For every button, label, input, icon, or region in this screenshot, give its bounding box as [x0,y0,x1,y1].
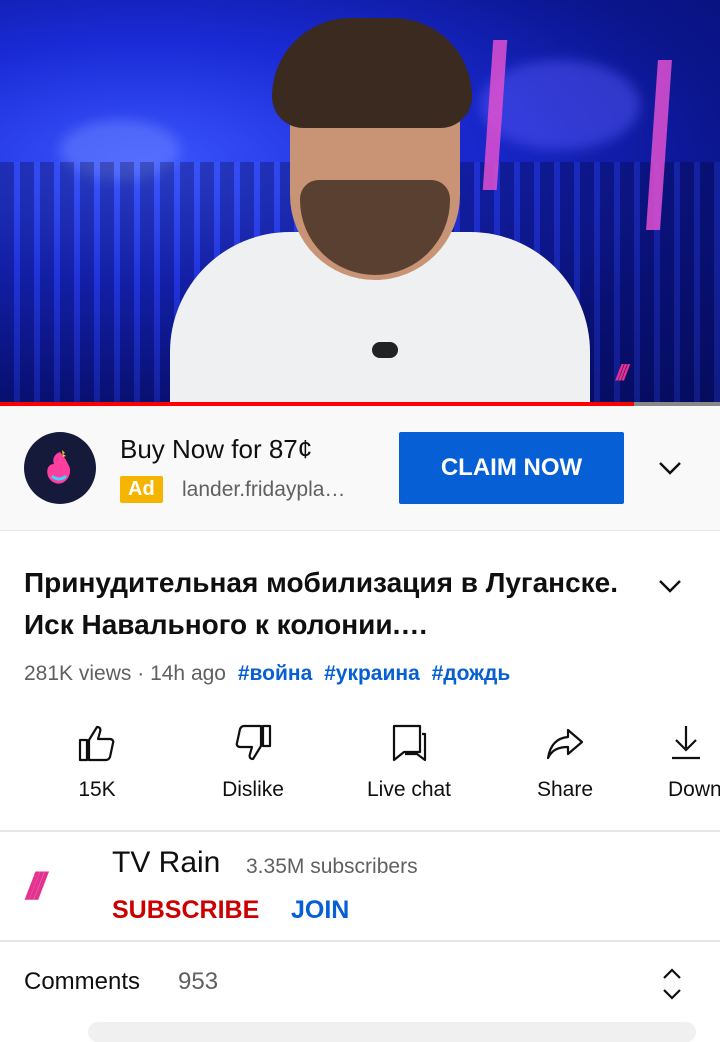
ad-url[interactable]: lander.fridaypla… [182,478,345,502]
like-button[interactable]: 15K [22,718,172,802]
lapel-mic [372,342,398,358]
share-label: Share [536,778,594,801]
subscriber-count: 3.35M subscribers [246,855,418,878]
hashtag-link[interactable]: #дождь [432,662,511,685]
dislike-button[interactable]: Dislike [178,718,328,802]
like-count: 15K [78,778,116,801]
channel-name[interactable]: TV Rain [112,846,220,880]
video-title[interactable]: Принудительная мобилизация в Луганске. И… [24,562,624,646]
live-chat-button[interactable]: Live chat [334,718,484,802]
live-chat-label: Live chat [366,778,452,801]
thumbs-up-icon [78,725,115,762]
meta-separator: · [137,662,145,685]
view-count: 281K views [24,662,132,685]
claim-now-button[interactable]: CLAIM NOW [399,432,624,504]
video-player[interactable]: /// [0,0,720,402]
action-bar: 15K Dislike Live chat Share Down [0,718,720,828]
chevron-down-icon[interactable] [652,450,688,486]
ad-badge: Ad [120,476,163,503]
comment-preview[interactable] [88,1022,696,1042]
tv-rain-watermark: /// [616,360,628,385]
share-button[interactable]: Share [490,718,640,802]
rooster-logo-icon [47,450,71,484]
share-icon [546,728,584,760]
section-divider [0,940,720,942]
presenter-hair [272,18,472,128]
hashtag-link[interactable]: #война [238,662,312,685]
ad-title[interactable]: Buy Now for 87¢ [120,434,312,465]
ad-banner[interactable]: Buy Now for 87¢ Ad lander.fridaypla… CLA… [0,406,720,531]
thumbs-down-icon [235,724,272,761]
comments-header[interactable]: Comments [24,968,140,996]
download-icon [672,726,700,760]
upload-age: 14h ago [150,662,226,685]
channel-avatar[interactable]: /// [26,866,46,909]
dislike-label: Dislike [222,778,284,801]
section-divider [0,830,720,832]
hashtag-link[interactable]: #украина [324,662,420,685]
comments-count: 953 [178,968,219,995]
rooster-logo-icon[interactable] [24,432,96,504]
video-meta: 281K views · 14h ago #война #украина #до… [24,662,510,686]
unfold-icon[interactable] [656,964,688,1004]
chevron-down-icon[interactable] [652,568,688,604]
download-button[interactable]: Down [646,718,720,802]
download-label: Down [668,778,720,801]
subscribe-button[interactable]: SUBSCRIBE [112,896,259,925]
join-button[interactable]: JOIN [291,896,349,925]
live-chat-icon [392,724,427,762]
